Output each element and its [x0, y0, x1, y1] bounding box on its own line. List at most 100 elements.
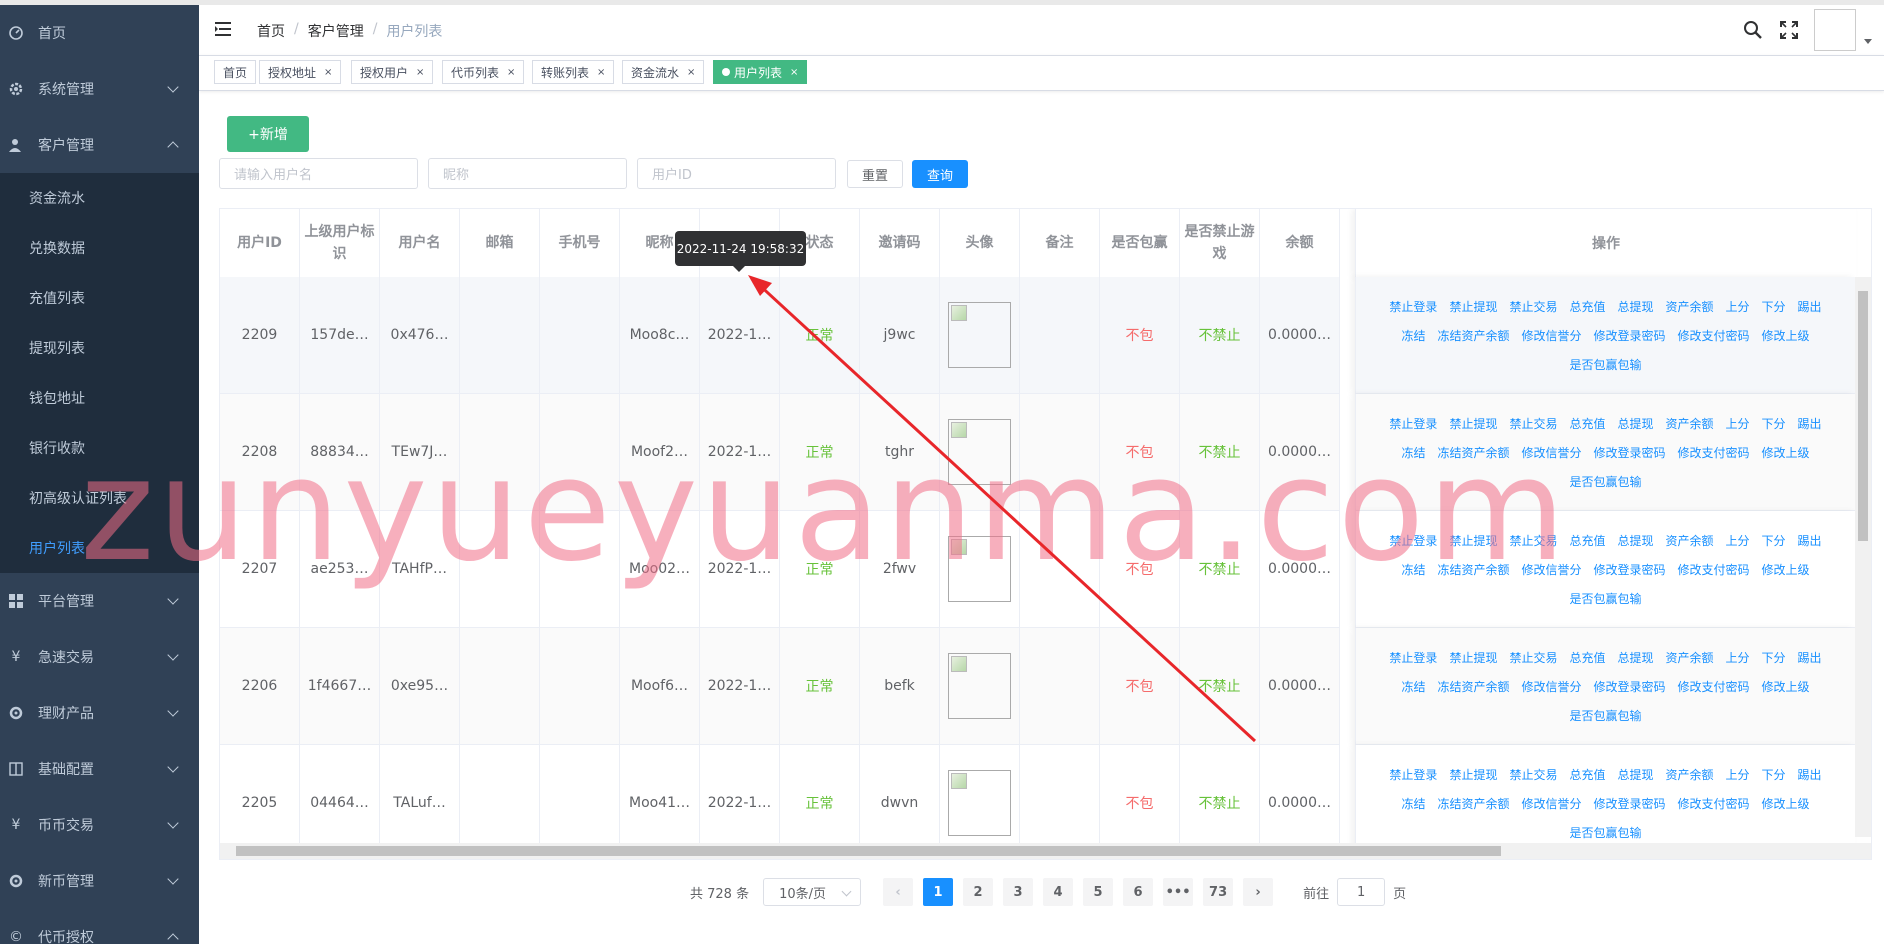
sidebar-subitem-wallet[interactable]: 钱包地址	[0, 373, 199, 423]
operation-link[interactable]: 修改登录密码	[1594, 561, 1666, 578]
page-number-button[interactable]: 4	[1043, 878, 1074, 906]
reset-button[interactable]: 重置	[847, 160, 903, 188]
operation-link[interactable]: 禁止提现	[1449, 649, 1497, 666]
search-icon[interactable]	[1742, 19, 1764, 41]
operation-link[interactable]: 是否包赢包输	[1569, 707, 1641, 724]
vertical-scrollbar[interactable]	[1855, 277, 1871, 837]
sidebar-subitem-exchange[interactable]: 兑换数据	[0, 223, 199, 273]
sidebar-subitem-funds[interactable]: 资金流水	[0, 173, 199, 223]
operation-link[interactable]: 修改登录密码	[1594, 327, 1666, 344]
operation-link[interactable]: 修改支付密码	[1678, 795, 1750, 812]
operation-link[interactable]: 是否包赢包输	[1569, 824, 1641, 841]
operation-link[interactable]: 禁止交易	[1509, 649, 1557, 666]
caret-down-icon[interactable]	[1864, 38, 1872, 44]
operation-link[interactable]: 上分	[1726, 415, 1750, 432]
page-number-button[interactable]: 5	[1083, 878, 1114, 906]
operation-link[interactable]: 资产余额	[1666, 415, 1714, 432]
sidebar-item-platform[interactable]: 平台管理	[0, 573, 199, 629]
operation-link[interactable]: 踢出	[1798, 766, 1822, 783]
operation-link[interactable]: 修改登录密码	[1594, 444, 1666, 461]
avatar[interactable]	[1814, 9, 1856, 51]
sidebar-item-finance[interactable]: 理财产品	[0, 685, 199, 741]
operation-link[interactable]: 总提现	[1617, 766, 1653, 783]
close-icon[interactable]: ×	[687, 67, 695, 78]
operation-link[interactable]: 修改信誉分	[1521, 795, 1581, 812]
operation-link[interactable]: 修改信誉分	[1521, 444, 1581, 461]
operation-link[interactable]: 修改登录密码	[1594, 678, 1666, 695]
page-number-button[interactable]: 3	[1003, 878, 1034, 906]
sidebar-item-customers[interactable]: 客户管理	[0, 117, 199, 173]
operation-link[interactable]: 总充值	[1569, 298, 1605, 315]
operation-link[interactable]: 资产余额	[1666, 766, 1714, 783]
operation-link[interactable]: 是否包赢包输	[1569, 590, 1641, 607]
operation-link[interactable]: 禁止交易	[1509, 415, 1557, 432]
horizontal-scrollbar[interactable]	[220, 843, 1871, 859]
page-number-button[interactable]: 6	[1123, 878, 1154, 906]
operation-link[interactable]: 踢出	[1798, 415, 1822, 432]
operation-link[interactable]: 冻结资产余额	[1437, 678, 1509, 695]
operation-link[interactable]: 下分	[1762, 649, 1786, 666]
next-page-button[interactable]: ›	[1243, 878, 1274, 906]
operation-link[interactable]: 冻结	[1401, 561, 1425, 578]
operation-link[interactable]: 修改上级	[1762, 327, 1810, 344]
close-icon[interactable]: ×	[790, 67, 798, 78]
operation-link[interactable]: 修改支付密码	[1678, 444, 1750, 461]
operation-link[interactable]: 踢出	[1798, 649, 1822, 666]
tag-home[interactable]: 首页	[214, 60, 257, 84]
operation-link[interactable]: 修改上级	[1762, 444, 1810, 461]
hamburger-icon[interactable]	[215, 21, 233, 37]
operation-link[interactable]: 是否包赢包输	[1569, 473, 1641, 490]
page-number-button[interactable]: •••	[1163, 878, 1194, 906]
page-number-button[interactable]: 73	[1203, 878, 1234, 906]
operation-link[interactable]: 资产余额	[1666, 532, 1714, 549]
tag-users[interactable]: 用户列表 ×	[713, 60, 808, 84]
operation-link[interactable]: 禁止交易	[1509, 298, 1557, 315]
operation-link[interactable]: 上分	[1726, 298, 1750, 315]
operation-link[interactable]: 总提现	[1617, 649, 1653, 666]
breadcrumb-section[interactable]: 客户管理	[308, 21, 364, 41]
breadcrumb-home[interactable]: 首页	[257, 21, 285, 41]
operation-link[interactable]: 禁止登录	[1389, 415, 1437, 432]
operation-link[interactable]: 修改支付密码	[1678, 561, 1750, 578]
operation-link[interactable]: 禁止登录	[1389, 298, 1437, 315]
add-button[interactable]: +新增	[227, 116, 309, 152]
operation-link[interactable]: 上分	[1726, 649, 1750, 666]
operation-link[interactable]: 冻结资产余额	[1437, 444, 1509, 461]
sidebar-subitem-withdraw[interactable]: 提现列表	[0, 323, 199, 373]
operation-link[interactable]: 冻结资产余额	[1437, 795, 1509, 812]
nickname-input[interactable]: 昵称	[428, 158, 627, 189]
operation-link[interactable]: 冻结	[1401, 444, 1425, 461]
query-button[interactable]: 查询	[912, 160, 968, 188]
operation-link[interactable]: 禁止提现	[1449, 532, 1497, 549]
operation-link[interactable]: 冻结	[1401, 678, 1425, 695]
operation-link[interactable]: 修改支付密码	[1678, 678, 1750, 695]
tag-auth-users[interactable]: 授权用户 ×	[351, 60, 434, 84]
operation-link[interactable]: 总充值	[1569, 766, 1605, 783]
operation-link[interactable]: 上分	[1726, 766, 1750, 783]
sidebar-item-token-auth[interactable]: © 代币授权	[0, 909, 199, 944]
operation-link[interactable]: 修改信誉分	[1521, 327, 1581, 344]
close-icon[interactable]: ×	[324, 67, 332, 78]
page-number-button[interactable]: 2	[963, 878, 994, 906]
operation-link[interactable]: 禁止交易	[1509, 766, 1557, 783]
sidebar-item-system[interactable]: 系统管理	[0, 61, 199, 117]
operation-link[interactable]: 禁止交易	[1509, 532, 1557, 549]
close-icon[interactable]: ×	[507, 67, 515, 78]
tag-transfers[interactable]: 转账列表 ×	[532, 60, 615, 84]
operation-link[interactable]: 是否包赢包输	[1569, 356, 1641, 373]
operation-link[interactable]: 踢出	[1798, 532, 1822, 549]
operation-link[interactable]: 禁止登录	[1389, 766, 1437, 783]
sidebar-subitem-users[interactable]: 用户列表	[0, 523, 199, 573]
operation-link[interactable]: 修改支付密码	[1678, 327, 1750, 344]
operation-link[interactable]: 修改上级	[1762, 561, 1810, 578]
operation-link[interactable]: 上分	[1726, 532, 1750, 549]
username-input[interactable]: 请输入用户名	[219, 158, 418, 189]
sidebar-item-fast-trade[interactable]: ¥ 急速交易	[0, 629, 199, 685]
operation-link[interactable]: 冻结	[1401, 795, 1425, 812]
operation-link[interactable]: 总充值	[1569, 649, 1605, 666]
sidebar-item-home[interactable]: 首页	[0, 5, 199, 61]
operation-link[interactable]: 总提现	[1617, 532, 1653, 549]
operation-link[interactable]: 总提现	[1617, 298, 1653, 315]
operation-link[interactable]: 资产余额	[1666, 649, 1714, 666]
operation-link[interactable]: 修改登录密码	[1594, 795, 1666, 812]
